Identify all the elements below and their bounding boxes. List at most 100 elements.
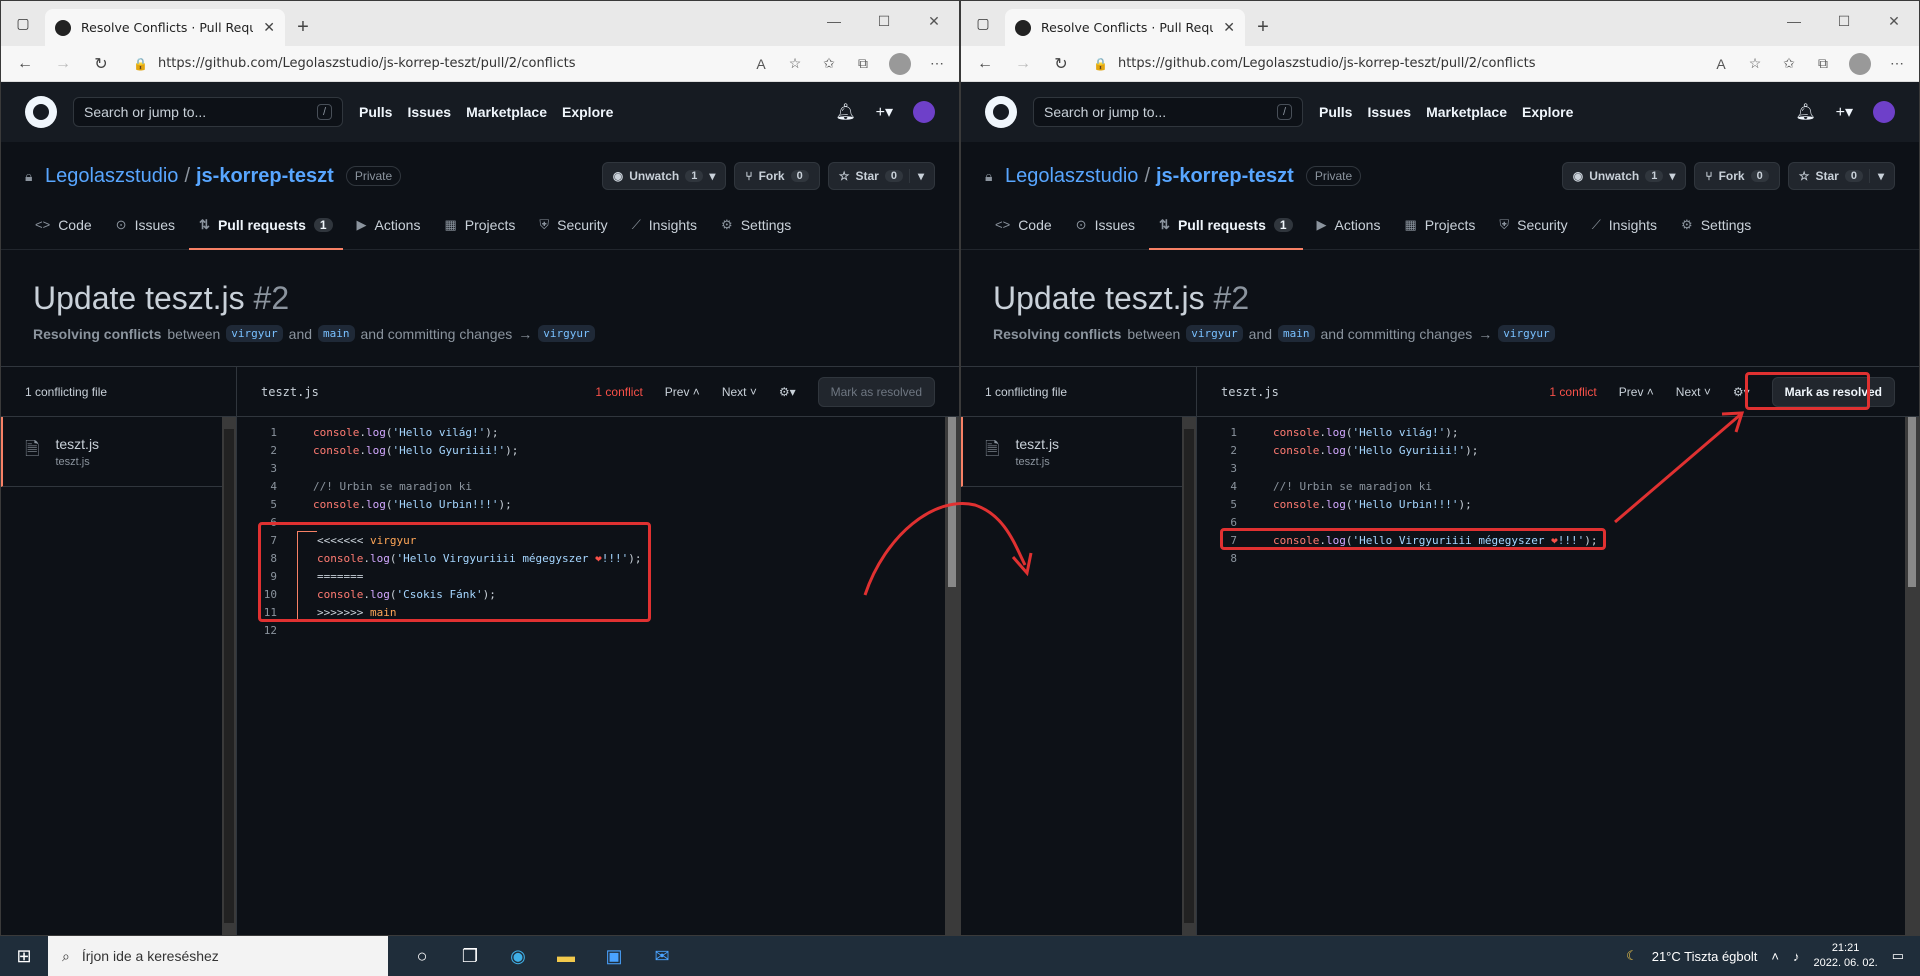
nav-pulls[interactable]: Pulls (1319, 104, 1352, 120)
target-branch[interactable]: virgyur (538, 325, 595, 342)
fork-button[interactable]: ⑂ Fork 0 (1694, 162, 1780, 190)
tab-actions-icon[interactable]: ▢ (961, 1, 1005, 46)
notification-icon[interactable]: ▭ (1892, 948, 1904, 964)
star-button[interactable]: ☆ Star 0 ▾ (1787, 162, 1895, 190)
favorites-bar-icon[interactable]: ✩ (1775, 50, 1803, 78)
code-line[interactable]: 3 (237, 459, 959, 477)
star-caret-icon[interactable]: ▾ (1868, 169, 1884, 183)
next-conflict-button[interactable]: Next ˅ (1676, 385, 1711, 399)
chevron-up-icon[interactable]: ˄ (1771, 949, 1779, 964)
nav-marketplace[interactable]: Marketplace (466, 104, 547, 120)
browser-tab[interactable]: Resolve Conflicts · Pull Request # ✕ (1005, 9, 1245, 46)
favorite-icon[interactable]: ☆ (781, 50, 809, 78)
tab-issues[interactable]: ⊙ Issues (106, 202, 185, 250)
read-aloud-icon[interactable]: A (747, 50, 775, 78)
url-field[interactable]: 🔒 https://github.com/Legolaszstudio/js-k… (123, 49, 741, 79)
favorites-bar-icon[interactable]: ✩ (815, 50, 843, 78)
target-branch[interactable]: virgyur (1498, 325, 1555, 342)
browser-tab[interactable]: Resolve Conflicts · Pull Request # ✕ (45, 9, 285, 46)
tab-actions[interactable]: ▶ Actions (347, 202, 431, 250)
new-tab-icon[interactable]: + (285, 9, 321, 46)
mail-icon[interactable]: ✉ (638, 936, 686, 976)
code-line[interactable]: 3 (1197, 459, 1919, 477)
bell-icon[interactable]: 🔔︎ (835, 102, 855, 122)
forward-icon[interactable]: → (47, 50, 79, 78)
plus-dropdown-icon[interactable]: +▾ (876, 102, 893, 122)
head-branch[interactable]: virgyur (1186, 325, 1243, 342)
repo-name-link[interactable]: js-korrep-teszt (1156, 165, 1294, 188)
tab-settings[interactable]: ⚙ Settings (711, 202, 801, 250)
store-icon[interactable]: ▣ (590, 936, 638, 976)
tab-insights[interactable]: ⟋ Insights (622, 202, 707, 250)
github-search-input[interactable]: Search or jump to... / (73, 97, 343, 127)
back-icon[interactable]: ← (9, 50, 41, 78)
base-branch[interactable]: main (1278, 325, 1315, 342)
mark-as-resolved-button[interactable]: Mark as resolved (817, 376, 935, 407)
favorite-icon[interactable]: ☆ (1741, 50, 1769, 78)
user-avatar[interactable] (913, 101, 935, 123)
tab-projects[interactable]: ▦ Projects (1394, 202, 1485, 250)
code-line[interactable]: 1 console.log('Hello világ!'); (237, 423, 959, 441)
github-logo-icon[interactable] (25, 96, 57, 128)
star-caret-icon[interactable]: ▾ (908, 169, 924, 183)
weather-text[interactable]: 21°C Tiszta égbolt (1652, 949, 1758, 964)
tab-pull-requests[interactable]: ⇅ Pull requests 1 (1149, 202, 1303, 250)
close-tab-icon[interactable]: ✕ (1223, 20, 1235, 36)
profile-avatar[interactable] (889, 52, 911, 75)
github-search-input[interactable]: Search or jump to... / (1033, 97, 1303, 127)
base-branch[interactable]: main (318, 325, 355, 342)
code-line[interactable]: 5 console.log('Hello Urbin!!!'); (1197, 495, 1919, 513)
profile-avatar[interactable] (1849, 52, 1871, 75)
head-branch[interactable]: virgyur (226, 325, 283, 342)
close-tab-icon[interactable]: ✕ (263, 20, 275, 36)
repo-name-link[interactable]: js-korrep-teszt (196, 165, 334, 188)
minimize-icon[interactable]: — (809, 1, 859, 41)
edge-icon[interactable]: ◉ (494, 936, 542, 976)
clock[interactable]: 21:21 2022. 06. 02. (1813, 941, 1877, 971)
collections-icon[interactable]: ⧉ (849, 50, 877, 78)
close-window-icon[interactable]: ✕ (1869, 1, 1919, 41)
nav-issues[interactable]: Issues (1367, 104, 1411, 120)
code-line[interactable]: 12 (237, 621, 959, 639)
nav-issues[interactable]: Issues (407, 104, 451, 120)
refresh-icon[interactable]: ↻ (1045, 50, 1077, 78)
tab-actions[interactable]: ▶ Actions (1307, 202, 1391, 250)
back-icon[interactable]: ← (969, 50, 1001, 78)
new-tab-icon[interactable]: + (1245, 9, 1281, 46)
nav-explore[interactable]: Explore (1522, 104, 1573, 120)
github-logo-icon[interactable] (985, 96, 1017, 128)
tab-code[interactable]: <> Code (25, 202, 102, 250)
next-conflict-button[interactable]: Next ˅ (722, 385, 757, 399)
star-button[interactable]: ☆ Star 0 ▾ (827, 162, 935, 190)
tab-issues[interactable]: ⊙ Issues (1066, 202, 1145, 250)
code-line[interactable]: 8 (1197, 549, 1919, 567)
file-list-item[interactable]: 🗎 teszt.js teszt.js (961, 417, 1196, 487)
unwatch-button[interactable]: ◉ Unwatch 1 ▾ (1561, 162, 1687, 190)
repo-owner-link[interactable]: Legolaszstudio (45, 165, 178, 188)
url-field[interactable]: 🔒 https://github.com/Legolaszstudio/js-k… (1083, 49, 1701, 79)
tab-settings[interactable]: ⚙ Settings (1671, 202, 1761, 250)
code-line[interactable]: 4 //! Urbin se maradjon ki (237, 477, 959, 495)
prev-conflict-button[interactable]: Prev ˄ (665, 385, 700, 399)
more-icon[interactable]: ⋯ (923, 50, 951, 78)
maximize-icon[interactable]: ☐ (1819, 1, 1869, 41)
file-explorer-icon[interactable]: ▬ (542, 936, 590, 976)
code-line[interactable]: 1 console.log('Hello világ!'); (1197, 423, 1919, 441)
code-line[interactable]: 5 console.log('Hello Urbin!!!'); (237, 495, 959, 513)
task-view-icon[interactable]: ❐ (446, 936, 494, 976)
plus-dropdown-icon[interactable]: +▾ (1836, 102, 1853, 122)
bell-icon[interactable]: 🔔︎ (1795, 102, 1815, 122)
code-line[interactable]: 2 console.log('Hello Gyuriiii!'); (237, 441, 959, 459)
code-line[interactable]: 4 //! Urbin se maradjon ki (1197, 477, 1919, 495)
prev-conflict-button[interactable]: Prev ˄ (1619, 385, 1654, 399)
nav-explore[interactable]: Explore (562, 104, 613, 120)
more-icon[interactable]: ⋯ (1883, 50, 1911, 78)
nav-marketplace[interactable]: Marketplace (1426, 104, 1507, 120)
repo-owner-link[interactable]: Legolaszstudio (1005, 165, 1138, 188)
nav-pulls[interactable]: Pulls (359, 104, 392, 120)
speaker-icon[interactable]: ♪ (1793, 949, 1800, 964)
code-line[interactable]: 2 console.log('Hello Gyuriiii!'); (1197, 441, 1919, 459)
cortana-icon[interactable]: ○ (398, 936, 446, 976)
tab-projects[interactable]: ▦ Projects (434, 202, 525, 250)
tab-security[interactable]: ⛨ Security (529, 202, 617, 250)
